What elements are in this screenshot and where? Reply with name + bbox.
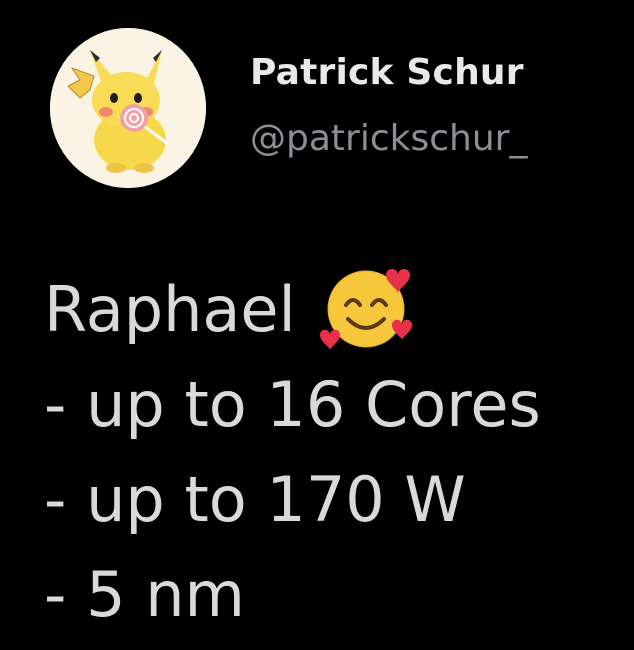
tweet-line: - 5 nm <box>44 558 245 631</box>
tweet-text: Raphael - up to 16 Cores - up to 170 W -… <box>44 262 541 642</box>
smiling-face-with-hearts-icon <box>316 255 416 355</box>
author-handle[interactable]: @patrickschur_ <box>250 118 527 159</box>
tweet-line: Raphael <box>44 262 541 357</box>
pikachu-avatar-icon <box>50 28 206 188</box>
author-name[interactable]: Patrick Schur <box>250 52 524 93</box>
tweet-line-text: Raphael <box>44 273 296 346</box>
tweet-line: - up to 170 W <box>44 463 466 536</box>
tweet-line: - up to 16 Cores <box>44 368 541 441</box>
author-avatar[interactable] <box>50 28 206 188</box>
